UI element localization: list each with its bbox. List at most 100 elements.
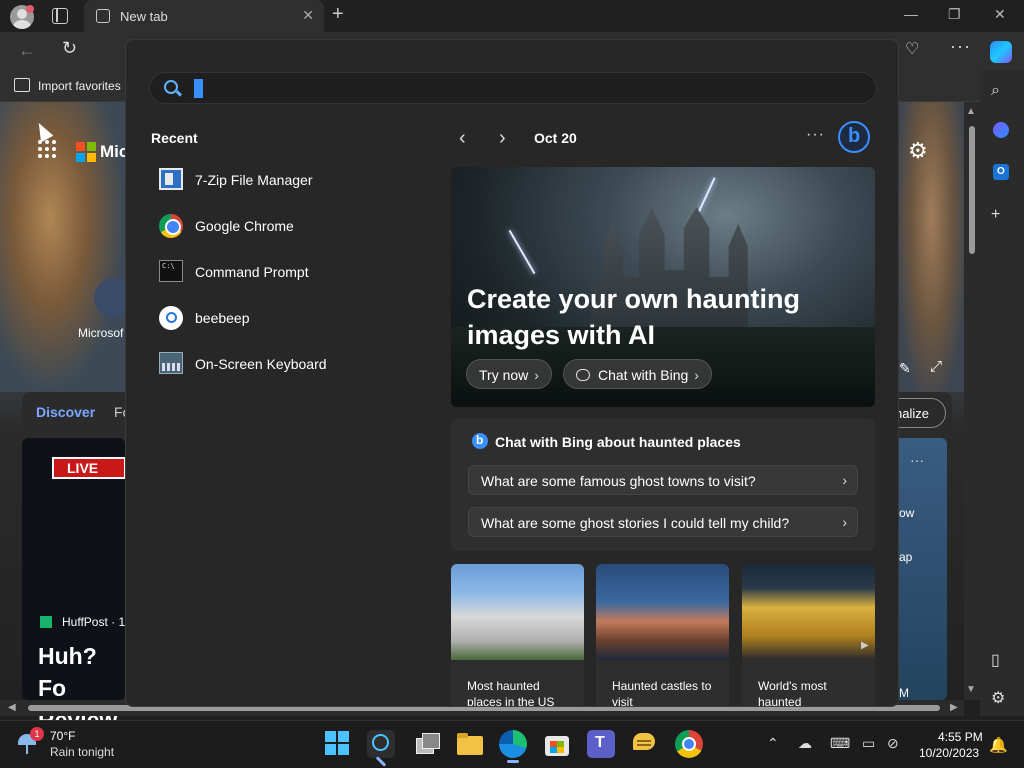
chat-app-icon[interactable]: [631, 730, 659, 758]
show-hidden-icons-chevron-icon[interactable]: ⌃: [767, 735, 779, 752]
edit-icon[interactable]: ✎: [899, 360, 911, 377]
recent-item-command-prompt[interactable]: Command Prompt: [159, 258, 439, 286]
recent-item-chrome[interactable]: Google Chrome: [159, 212, 439, 240]
recent-item-label: Command Prompt: [195, 264, 309, 280]
display-icon[interactable]: ▭: [862, 735, 875, 752]
scroll-down-icon[interactable]: ▼: [966, 684, 976, 695]
recent-item-7zip[interactable]: 7-Zip File Manager: [159, 166, 439, 194]
app-launcher-icon[interactable]: [38, 140, 56, 158]
recent-item-label: Google Chrome: [195, 218, 294, 234]
profile-notification-dot: [26, 5, 34, 13]
castle-photo: [596, 564, 729, 660]
next-day-button[interactable]: ›: [499, 127, 506, 150]
recent-item-on-screen-keyboard[interactable]: On-Screen Keyboard: [159, 350, 439, 378]
microsoft-logo-icon: [76, 142, 96, 162]
tab-actions-icon[interactable]: [52, 8, 68, 24]
windows-search-panel: Recent 7-Zip File Manager Google Chrome …: [125, 39, 899, 707]
expand-icon[interactable]: ⤢: [930, 358, 942, 375]
chevron-right-icon: ›: [694, 367, 699, 383]
search-icon: [164, 80, 178, 94]
thumbnail-card-haunted-us[interactable]: Most haunted places in the US: [451, 564, 584, 707]
card-text-pm: M: [899, 686, 909, 700]
tab-close-icon[interactable]: ✕: [302, 7, 314, 24]
previous-day-button[interactable]: ‹: [459, 127, 466, 150]
feed-tab-discover[interactable]: Discover: [36, 404, 95, 420]
chevron-right-icon: ›: [534, 367, 539, 383]
clock-date[interactable]: 10/20/2023: [919, 746, 979, 760]
hotel-photo: [451, 564, 584, 660]
scroll-left-icon[interactable]: ◀: [8, 702, 16, 713]
thumbnail-label: Haunted castles to visit: [612, 679, 712, 707]
thumbnail-label: World's most haunted: [758, 679, 827, 707]
recent-heading: Recent: [151, 130, 198, 146]
news-source: HuffPost · 1: [62, 615, 126, 629]
browser-essentials-icon[interactable]: ♡: [905, 39, 919, 59]
weather-alert-badge: 1: [30, 727, 44, 741]
sidebar-add-icon[interactable]: +: [991, 206, 1000, 224]
hero-banner[interactable]: Create your own haunting images with AI …: [451, 167, 875, 407]
edge-icon[interactable]: [499, 730, 527, 763]
chrome-icon: [159, 214, 183, 238]
sidebar-copilot-icon[interactable]: [993, 122, 1009, 138]
import-favorites-icon: [14, 78, 30, 92]
try-now-button[interactable]: Try now ›: [466, 359, 552, 389]
sidebar-settings-icon[interactable]: ⚙: [991, 688, 1005, 708]
thumbnail-card-haunted-castles[interactable]: Haunted castles to visit: [596, 564, 729, 707]
card-text-map: ap: [899, 550, 913, 564]
copilot-icon[interactable]: [990, 41, 1012, 63]
search-result-icon: [159, 306, 183, 330]
carousel-next-icon[interactable]: ▶: [861, 640, 869, 651]
notification-bell-icon[interactable]: 🔔: [989, 736, 1008, 754]
thumbnail-label: Most haunted places in the US: [467, 679, 555, 707]
file-explorer-icon[interactable]: [456, 730, 484, 758]
sidebar-toggle-icon[interactable]: ▯: [991, 650, 1000, 670]
network-icon[interactable]: ⊘: [887, 735, 899, 752]
weather-temperature[interactable]: 70°F: [50, 729, 75, 743]
start-windows-icon[interactable]: [324, 730, 352, 758]
vertical-scrollbar-thumb[interactable]: [969, 126, 975, 254]
teams-icon[interactable]: [587, 730, 615, 758]
card-more-icon[interactable]: ···: [910, 452, 924, 468]
recent-item-label: 7-Zip File Manager: [195, 172, 313, 188]
sidebar-search-icon[interactable]: ⌕: [991, 82, 1000, 100]
clock-time[interactable]: 4:55 PM: [938, 730, 983, 744]
cmd-icon: [159, 260, 183, 282]
search-input[interactable]: [149, 72, 877, 104]
chat-with-bing-button[interactable]: Chat with Bing ›: [563, 359, 712, 389]
hero-title: Create your own haunting images with AI: [467, 284, 801, 350]
scroll-up-icon[interactable]: ▲: [966, 106, 976, 117]
back-arrow-icon[interactable]: ←: [18, 40, 36, 61]
recent-item-label: beebeep: [195, 310, 250, 326]
task-view-icon[interactable]: [413, 730, 441, 758]
weather-description[interactable]: Rain tonight: [50, 745, 114, 759]
sidebar-outlook-icon[interactable]: O: [993, 164, 1009, 180]
bing-icon[interactable]: [838, 121, 870, 153]
scroll-right-icon[interactable]: ▶: [950, 702, 958, 713]
recent-item-label: On-Screen Keyboard: [195, 356, 327, 372]
settings-more-icon[interactable]: ···: [950, 36, 971, 57]
chat-suggestion[interactable]: What are some ghost stories I could tell…: [468, 507, 858, 537]
thumbnail-card-worlds-most-haunted[interactable]: World's most haunted: [742, 564, 875, 707]
more-options-icon[interactable]: ···: [806, 126, 825, 144]
recent-item-beebeep[interactable]: beebeep: [159, 304, 439, 332]
refresh-icon[interactable]: ↻: [62, 38, 77, 59]
microsoft-store-icon[interactable]: [543, 730, 571, 758]
restore-button[interactable]: ❐: [948, 6, 961, 23]
taskbar-search-icon[interactable]: [367, 730, 395, 758]
highlight-date: Oct 20: [534, 130, 577, 146]
minimize-button[interactable]: —: [904, 6, 918, 22]
tower-photo: [742, 564, 875, 660]
keyboard-icon: [159, 352, 183, 374]
import-favorites-link[interactable]: Import favorites: [38, 79, 121, 93]
chat-suggestion[interactable]: What are some famous ghost towns to visi…: [468, 465, 858, 495]
close-window-button[interactable]: ✕: [994, 6, 1006, 23]
new-tab-button[interactable]: +: [332, 3, 344, 26]
onedrive-cloud-icon[interactable]: ☁: [798, 735, 812, 752]
keyboard-tray-icon[interactable]: ⌨: [830, 735, 850, 752]
weather-card[interactable]: [899, 438, 947, 700]
page-settings-gear-icon[interactable]: ⚙: [908, 138, 928, 164]
new-tab-favicon-icon: [96, 9, 110, 23]
taskbar-chrome-icon[interactable]: [675, 730, 703, 758]
browser-titlebar: New tab ✕ + — ❐ ✕: [0, 0, 1024, 32]
tab-new-tab[interactable]: New tab ✕: [84, 0, 324, 32]
